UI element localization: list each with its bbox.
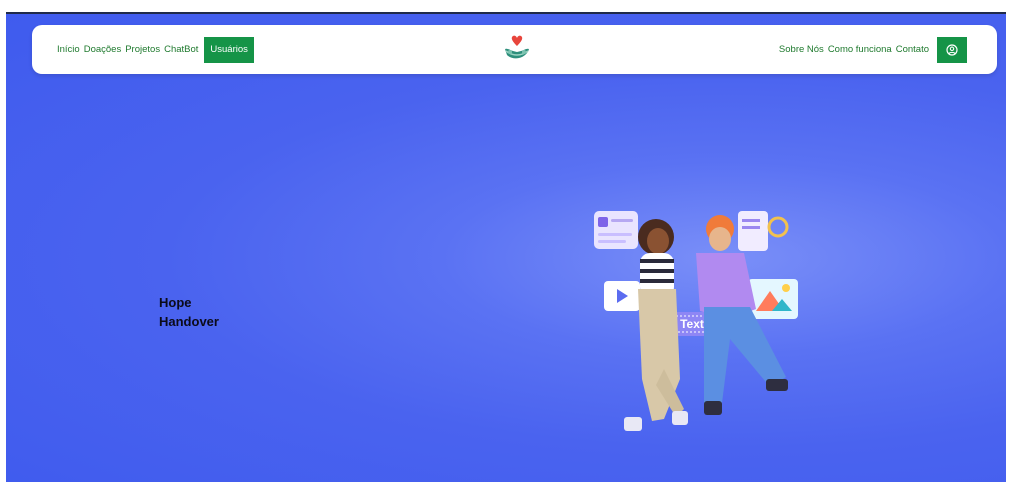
nav-link-inicio[interactable]: Início [57,44,80,55]
hero-illustration: Text [580,189,810,454]
nav-link-chatbot[interactable]: ChatBot [164,44,198,55]
nav-right-group: Sobre Nós Como funciona Contato [779,25,967,74]
user-circle-icon [946,43,958,56]
illustration-text-label: Text [680,317,704,331]
user-account-button[interactable] [937,36,967,63]
brand-line-1: Hope [159,295,192,310]
nav-left-group: Início Doações Projetos ChatBot Usuários [57,25,254,74]
nav-link-como-funciona[interactable]: Como funciona [828,44,892,55]
hero-section: Início Doações Projetos ChatBot Usuários… [6,14,1006,484]
nav-link-sobre-nos[interactable]: Sobre Nós [779,44,824,55]
nav-link-contato[interactable]: Contato [896,44,929,55]
brand-title: Hope Handover [159,293,219,331]
users-button[interactable]: Usuários [204,36,254,63]
nav-link-projetos[interactable]: Projetos [125,44,160,55]
heart-hands-logo-icon[interactable] [502,33,532,63]
nav-link-doacoes[interactable]: Doações [84,44,122,55]
brand-line-2: Handover [159,314,219,329]
navbar: Início Doações Projetos ChatBot Usuários… [32,25,997,74]
